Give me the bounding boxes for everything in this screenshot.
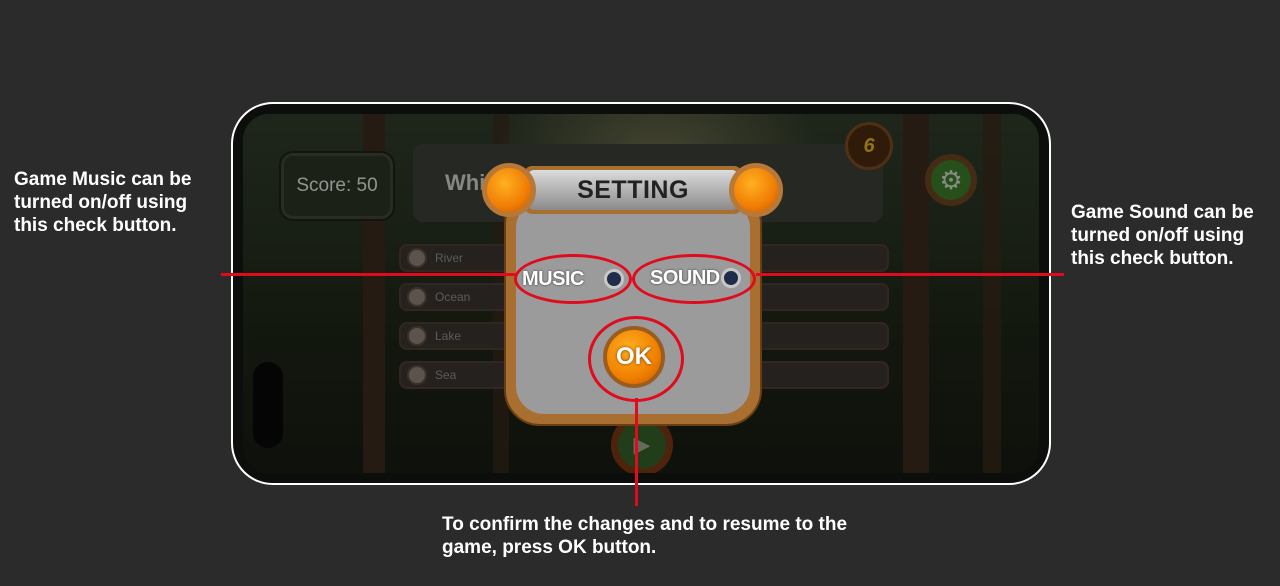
ok-annotation: To confirm the changes and to resume to …	[442, 514, 848, 558]
camera-notch	[253, 362, 283, 448]
music-highlight-ring	[514, 254, 632, 304]
music-pointer-line	[221, 273, 516, 276]
settings-title-bar: SETTING	[524, 166, 742, 214]
sound-highlight-ring	[632, 254, 756, 304]
orange-knob-icon	[729, 163, 783, 217]
sound-pointer-line	[756, 273, 1064, 276]
music-annotation: Game Music can be turned on/off using th…	[14, 169, 192, 236]
ok-pointer-line	[635, 398, 638, 506]
ok-highlight-ring	[588, 316, 684, 402]
sound-annotation: Game Sound can be turned on/off using th…	[1071, 202, 1254, 269]
orange-knob-icon	[482, 163, 536, 217]
settings-title: SETTING	[528, 170, 738, 210]
